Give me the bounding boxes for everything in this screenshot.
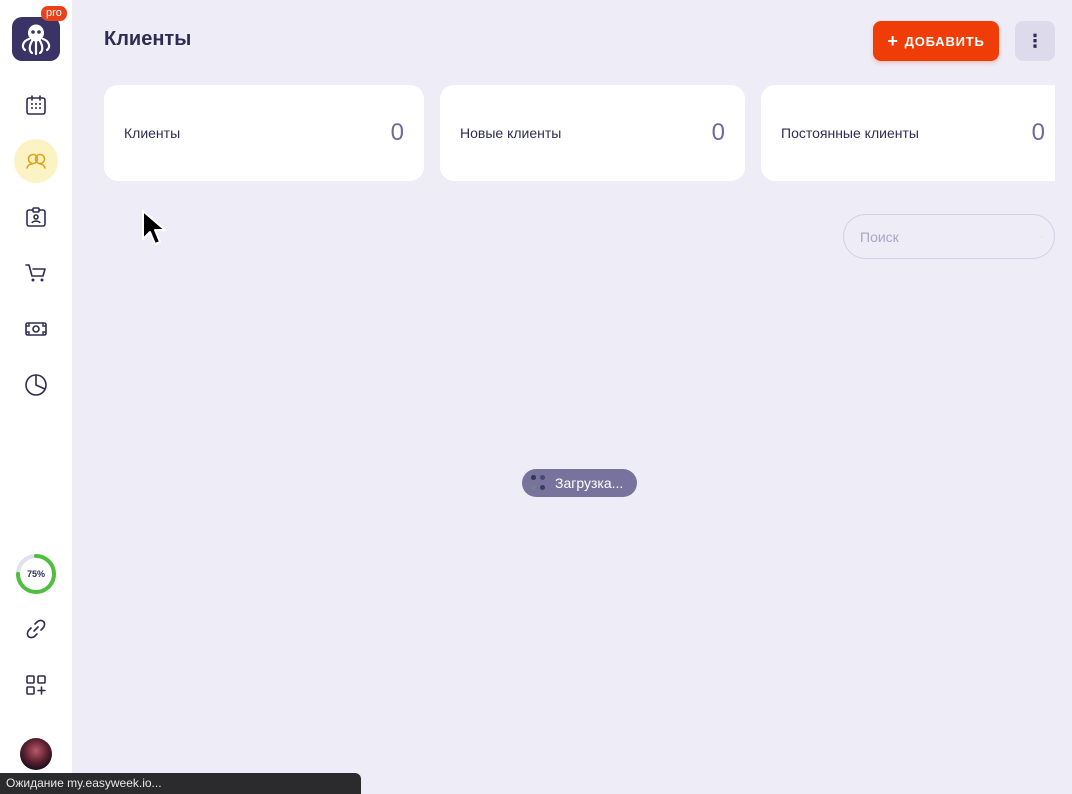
sidebar-item-clients[interactable]: [14, 139, 58, 183]
stats-row: Клиенты 0 Новые клиенты 0 Постоянные кли…: [104, 85, 1055, 181]
stat-label: Новые клиенты: [460, 125, 562, 141]
search-icon[interactable]: [1041, 229, 1042, 245]
sidebar: pro 75%: [0, 0, 72, 794]
spinner-icon: [529, 474, 547, 492]
mouse-cursor-icon: [142, 210, 166, 245]
stat-card-clients: Клиенты 0: [104, 85, 424, 181]
link-icon: [26, 619, 46, 639]
setup-progress-ring[interactable]: 75%: [15, 553, 57, 595]
octopus-logo-icon: [21, 24, 51, 56]
progress-label: 75%: [26, 569, 45, 579]
search-input[interactable]: [860, 228, 1041, 245]
logo[interactable]: [12, 17, 60, 61]
stat-label: Клиенты: [124, 125, 181, 141]
stat-value: 0: [390, 119, 404, 146]
add-widget-icon: [26, 675, 46, 695]
sidebar-item-cart[interactable]: [14, 251, 58, 295]
cart-icon: [25, 264, 46, 282]
badge-icon: [26, 207, 46, 227]
sidebar-item-link[interactable]: [14, 607, 58, 651]
stat-value: 0: [711, 119, 725, 146]
search-box[interactable]: [843, 214, 1055, 259]
sidebar-item-add-widget[interactable]: [14, 663, 58, 707]
add-button-label: ДОБАВИТЬ: [904, 33, 985, 49]
stat-label: Постоянные клиенты: [781, 125, 919, 141]
stat-card-regular-clients: Постоянные клиенты 0: [761, 85, 1055, 181]
loading-indicator: Загрузка...: [522, 469, 637, 497]
sidebar-item-payments[interactable]: [14, 307, 58, 351]
stat-card-new-clients: Новые клиенты 0: [440, 85, 745, 181]
money-icon: [25, 322, 47, 336]
avatar[interactable]: [20, 738, 52, 770]
pro-badge: pro: [41, 6, 67, 21]
sidebar-item-services[interactable]: [14, 195, 58, 239]
calendar-icon: [26, 95, 46, 115]
sidebar-item-reports[interactable]: [14, 363, 58, 407]
clients-icon: [26, 153, 46, 169]
sidebar-item-calendar[interactable]: [14, 83, 58, 127]
pie-chart-icon: [25, 374, 47, 396]
browser-status-bar: Ожидание my.easyweek.io...: [0, 773, 361, 794]
plus-icon: +: [887, 31, 899, 51]
page-title: Клиенты: [104, 28, 192, 50]
add-button[interactable]: + ДОБАВИТЬ: [873, 21, 999, 61]
more-vertical-icon: ⋮: [1026, 30, 1044, 51]
stat-value: 0: [1031, 119, 1045, 146]
more-options-button[interactable]: ⋮: [1015, 21, 1055, 61]
loading-text: Загрузка...: [555, 475, 624, 491]
